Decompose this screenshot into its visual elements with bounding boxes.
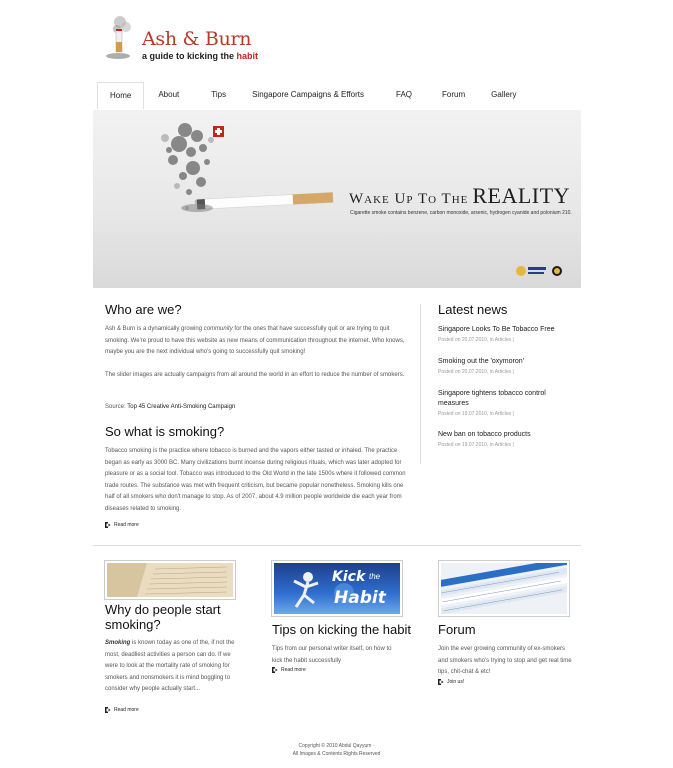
nav-item-home[interactable]: Home (97, 82, 145, 109)
logo-tagline-highlight: habit (236, 51, 259, 61)
nav-item-gallery[interactable]: Gallery (479, 82, 528, 108)
the-text: the (369, 572, 381, 581)
arrow-bracket-icon (105, 707, 111, 713)
what-title: So what is smoking? (105, 424, 225, 439)
logo-tagline: a guide to kicking the habit (142, 51, 258, 61)
feature-tips-body: Tips from our personal writer itself, on… (272, 646, 392, 664)
book-pages-image (107, 563, 233, 597)
feature-forum-body: Join the ever growing community of ex-sm… (438, 646, 572, 675)
news-title: Latest news (438, 302, 508, 317)
feature-thumb-forum[interactable] (428, 555, 583, 617)
who-intro-em: community (203, 326, 233, 332)
news-item: Singapore tightens tobacco control measu… (438, 389, 558, 417)
logo-tagline-text: a guide to kicking the (142, 51, 237, 61)
who-source: Source: Top 45 Creative Anti-Smoking Cam… (105, 402, 405, 414)
logo-name: Ash & Burn (142, 28, 252, 50)
banner-subline: Cigarette smoke contains benzene, carbon… (350, 210, 572, 216)
sponsor-logos (516, 266, 562, 276)
banner-headline: Wake up to the Reality (349, 183, 570, 209)
footer-copyright: Copyright © 2010 Abdul Qayyum · (298, 743, 375, 749)
habit-text: Habit (334, 588, 386, 608)
feature-forum-join-link[interactable]: Join us! (438, 679, 464, 685)
footer-rights: All Images & Contents Rights Reserved (292, 751, 381, 757)
arrow-bracket-icon (272, 667, 278, 673)
section-divider (93, 545, 581, 546)
news-item-meta: Posted on 19.07.2010, in Articles | (438, 442, 514, 448)
feature-tips-read-more-label: Read more (281, 667, 306, 673)
nav-item-about[interactable]: About (144, 82, 199, 108)
kick-text: Kick (332, 569, 366, 585)
feature-tips-read-more-link[interactable]: Read more (272, 667, 306, 673)
what-read-more-label: Read more (114, 522, 139, 528)
news-item-title[interactable]: Singapore tightens tobacco control measu… (438, 389, 558, 409)
news-item: Singapore Looks To Be Tobacco Free Poste… (438, 325, 578, 343)
feature-forum-title: Forum (438, 622, 476, 637)
feature-forum-join-label: Join us! (447, 679, 465, 685)
news-item-title[interactable]: New ban on tobacco products (438, 430, 578, 440)
kick-habit-image: Kick the Habit (274, 563, 400, 614)
feature-why-body-text: is known today as one of the, if not the… (105, 640, 235, 692)
column-divider (420, 304, 421, 464)
feature-thumb-kick-habit[interactable]: Kick the Habit (271, 560, 403, 617)
who-slider-note: The slider images are actually campaigns… (105, 372, 405, 378)
who-intro: Ash & Burn is a dynamically growing comm… (105, 324, 407, 359)
news-item: Smoking out the 'oxymoron' Posted on 20.… (438, 357, 578, 375)
forum-screenshot-image (428, 555, 583, 616)
nav-item-singapore-campaigns[interactable]: Singapore Campaigns & Efforts (240, 82, 384, 108)
who-intro-a: Ash & Burn is a dynamically growing (105, 326, 204, 332)
nav-item-tips[interactable]: Tips (199, 82, 240, 108)
banner-headline-big: Reality (472, 183, 570, 208)
feature-thumb-book[interactable] (104, 560, 236, 600)
nav-item-forum[interactable]: Forum (430, 82, 479, 108)
news-item-title[interactable]: Singapore Looks To Be Tobacco Free (438, 325, 578, 335)
footer: Copyright © 2010 Abdul Qayyum · All Imag… (0, 742, 673, 758)
site-logo[interactable]: Ash & Burn a guide to kicking the habit (104, 10, 264, 62)
feature-why-read-more-label: Read more (114, 707, 139, 713)
news-item-meta: Posted on 20.07.2010, in Articles | (438, 369, 514, 375)
banner-headline-small: Wake up to the (349, 191, 469, 207)
cigarette-logo-icon (106, 16, 131, 59)
what-body: Tobacco smoking is the practice where to… (105, 448, 406, 512)
feature-why-read-more-link[interactable]: Read more (105, 707, 139, 713)
hero-banner[interactable]: Wake up to the Reality Cigarette smoke c… (93, 110, 581, 288)
who-title: Who are we? (105, 302, 182, 317)
who-source-label: Source: (105, 404, 128, 410)
news-item-meta: Posted on 20.07.2010, in Articles | (438, 337, 514, 343)
who-source-link[interactable]: Top 45 Creative Anti-Smoking Campaign (127, 404, 235, 410)
feature-why-body-em: Smoking (105, 640, 131, 646)
arrow-bracket-icon (438, 679, 444, 685)
feature-why-title: Why do people start smoking? (105, 602, 221, 632)
what-read-more-link[interactable]: Read more (105, 522, 139, 528)
arrow-bracket-icon (105, 522, 111, 528)
news-item-meta: Posted on 19.07.2010, in Articles | (438, 411, 514, 417)
feature-tips-title: Tips on kicking the habit (272, 622, 411, 637)
feature-why-body: Smoking is known today as one of the, if… (105, 638, 235, 696)
news-item: New ban on tobacco products Posted on 19… (438, 430, 578, 448)
nav-item-faq[interactable]: FAQ (384, 82, 430, 108)
news-item-title[interactable]: Smoking out the 'oxymoron' (438, 357, 578, 367)
main-nav: Home About Tips Singapore Campaigns & Ef… (97, 82, 577, 109)
